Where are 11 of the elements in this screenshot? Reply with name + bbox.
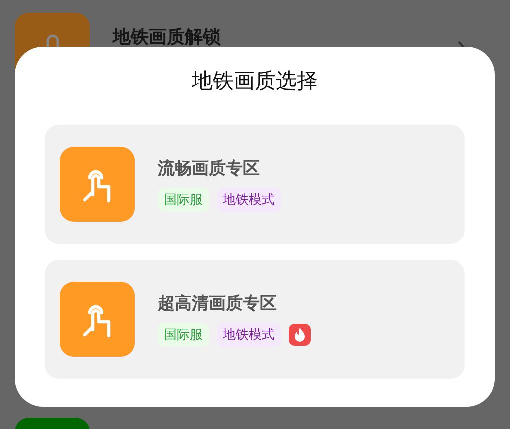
fire-icon bbox=[289, 324, 311, 346]
item-title: 地铁画质解锁 bbox=[113, 26, 222, 49]
option-title: 流畅画质专区 bbox=[158, 158, 261, 180]
tag: 地铁模式 bbox=[217, 323, 281, 347]
tag: 国际服 bbox=[158, 188, 209, 212]
tag: 地铁模式 bbox=[217, 188, 281, 212]
tag: 国际服 bbox=[158, 323, 209, 347]
dialog-title: 地铁画质选择 bbox=[191, 68, 319, 95]
option-title: 超高清画质专区 bbox=[158, 293, 278, 315]
option-card[interactable]: 超高清画质专区 国际服 地铁模式 bbox=[45, 260, 465, 379]
option-card[interactable]: 流畅画质专区 国际服 地铁模式 bbox=[45, 125, 465, 244]
